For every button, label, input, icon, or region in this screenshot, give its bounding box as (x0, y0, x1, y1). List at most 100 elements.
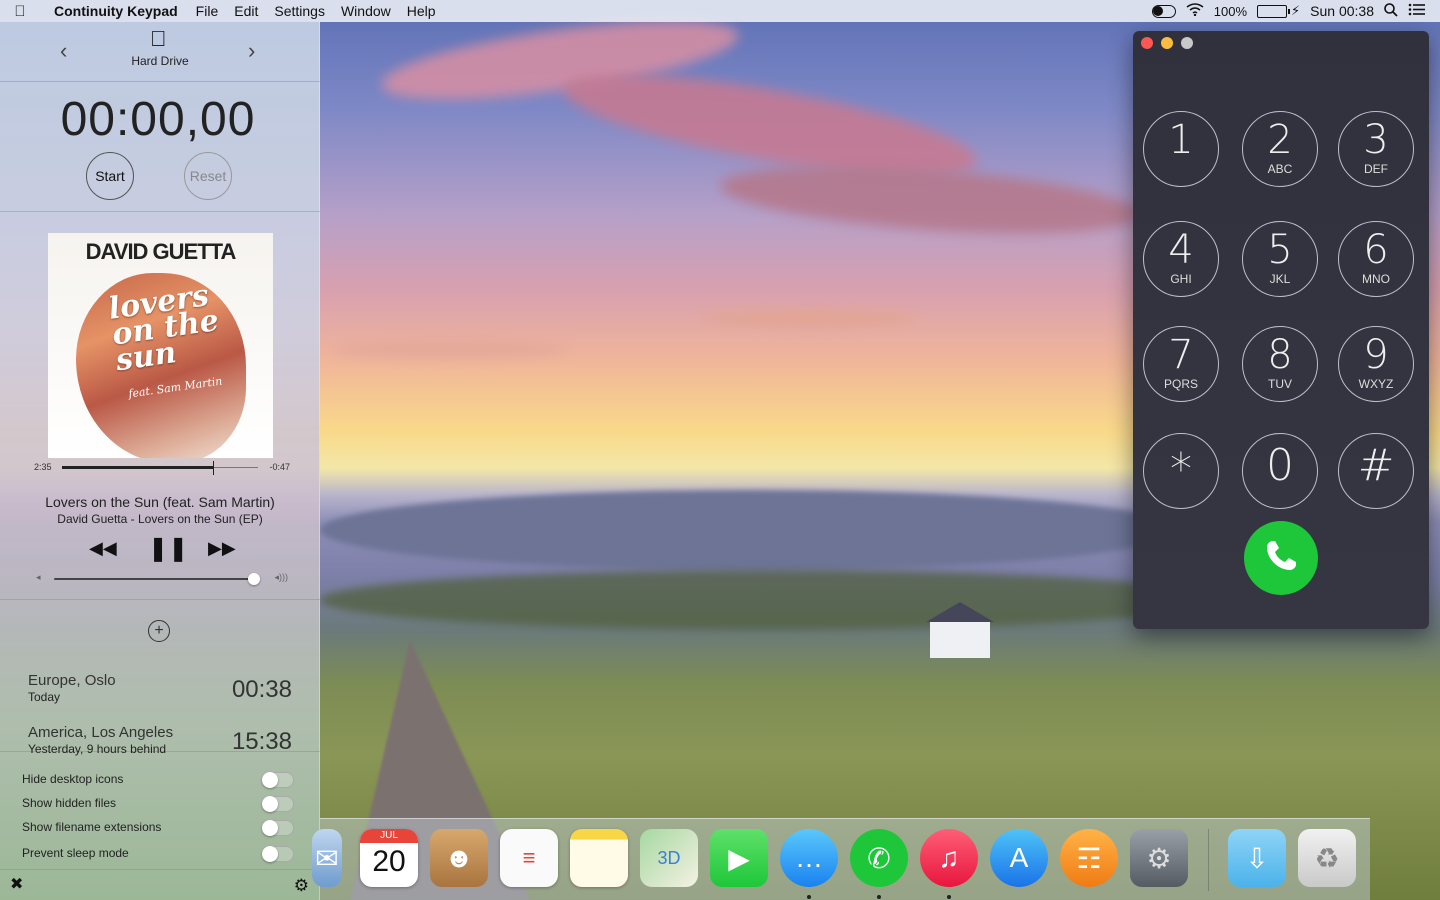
menu-settings[interactable]: Settings (266, 3, 333, 19)
list-icon[interactable] (1408, 3, 1426, 19)
calendar-month: JUL (380, 830, 398, 841)
show-hidden-files-toggle[interactable] (262, 796, 294, 812)
album-art: DAVID GUETTA lovers on the sun feat. Sam… (48, 233, 273, 458)
album-artist-logo: DAVID GUETTA (85, 239, 237, 264)
rewind-icon[interactable]: ◀◀ (89, 538, 117, 559)
menu-window[interactable]: Window (333, 3, 399, 19)
key-letters: WXYZ (1358, 377, 1394, 391)
key-digit: 9 (1363, 332, 1389, 378)
charging-bolt-icon: ⚡ (1291, 3, 1301, 18)
key-3[interactable]: 3 DEF (1338, 111, 1414, 187)
device-name: Hard Drive (131, 54, 189, 68)
reset-button[interactable]: Reset (184, 152, 232, 200)
add-clock-button[interactable]: + (148, 620, 170, 642)
key-4[interactable]: 4 GHI (1143, 221, 1219, 297)
key-digit: 3 (1363, 117, 1389, 163)
progress-track[interactable] (62, 461, 258, 475)
dock: ✉ JUL 20 ☻ ≡ 3D ▶ … ✆ ♫ A ☶ ⚙ ⇩ ♻ (312, 818, 1370, 900)
setting-show-hidden-files: Show hidden files (22, 796, 294, 814)
phone-icon[interactable]: ✆ (850, 829, 908, 887)
key-5[interactable]: 5 JKL (1242, 221, 1318, 297)
menu-app-name[interactable]: Continuity Keypad (40, 3, 188, 19)
gear-icon[interactable]: ⚙ (294, 876, 309, 896)
calendar-icon[interactable]: JUL 20 (360, 829, 418, 887)
song-title: Lovers on the Sun (feat. Sam Martin) (45, 494, 275, 510)
status-area: 100% ⚡ Sun 00:38 (1151, 2, 1440, 20)
key-0[interactable]: 0 (1242, 433, 1318, 509)
dock-separator (1208, 829, 1209, 891)
system-preferences-icon[interactable]: ⚙ (1130, 829, 1188, 887)
setting-show-filename-extensions: Show filename extensions (22, 820, 294, 838)
window-zoom-button[interactable] (1181, 37, 1193, 49)
key-digit: 2 (1267, 117, 1293, 163)
menu-clock[interactable]: Sun 00:38 (1310, 3, 1374, 19)
key-1[interactable]: 1 (1143, 111, 1219, 187)
apple-icon[interactable]:  (0, 3, 40, 20)
setting-label: Show hidden files (22, 796, 117, 810)
key-8[interactable]: 8 TUV (1242, 326, 1318, 402)
wifi-icon[interactable] (1186, 3, 1204, 19)
search-icon[interactable] (1384, 2, 1398, 20)
menu-edit[interactable]: Edit (226, 3, 266, 19)
remaining-time: -0:47 (269, 462, 290, 472)
menu-help[interactable]: Help (399, 3, 444, 19)
running-indicator (877, 895, 881, 899)
toggle-icon[interactable] (1151, 4, 1176, 18)
mail-icon[interactable]: ✉ (312, 829, 342, 887)
hide-desktop-icons-toggle[interactable] (262, 772, 294, 788)
setting-label: Hide desktop icons (22, 772, 124, 786)
clock-time: 00:38 (231, 676, 292, 703)
close-icon[interactable]: ✖ (10, 874, 23, 894)
key-digit: 0 (1266, 440, 1294, 491)
world-clock: + Europe, Oslo Today 00:38 America, Los … (0, 600, 320, 756)
key-star[interactable]: * (1143, 433, 1219, 509)
reminders-icon[interactable]: ≡ (500, 829, 558, 887)
contacts-icon[interactable]: ☻ (430, 829, 488, 887)
pause-icon[interactable]: ❚❚ (148, 534, 188, 563)
clock-city: Europe, Oslo (28, 672, 116, 689)
menu-file[interactable]: File (188, 3, 227, 19)
app-store-icon[interactable]: A (990, 829, 1048, 887)
ibooks-icon[interactable]: ☶ (1060, 829, 1118, 887)
key-6[interactable]: 6 MNO (1338, 221, 1414, 297)
battery-icon[interactable] (1257, 4, 1291, 18)
fast-forward-icon[interactable]: ▶▶ (208, 538, 236, 559)
window-minimize-button[interactable] (1161, 37, 1173, 49)
show-filename-extensions-toggle[interactable] (262, 820, 294, 836)
key-digit: 1 (1168, 117, 1194, 163)
key-letters: MNO (1362, 272, 1390, 286)
key-7[interactable]: 7 PQRS (1143, 326, 1219, 402)
clock-row: Europe, Oslo Today 00:38 (28, 672, 292, 712)
key-2[interactable]: 2 ABC (1242, 111, 1318, 187)
running-indicator (807, 895, 811, 899)
volume-high-icon: ◂))) (274, 572, 288, 582)
volume-slider[interactable] (54, 573, 260, 585)
downloads-folder-icon[interactable]: ⇩ (1228, 829, 1286, 887)
setting-label: Prevent sleep mode (22, 846, 129, 860)
facetime-icon[interactable]: ▶ (710, 829, 768, 887)
window-close-button[interactable] (1141, 37, 1153, 49)
key-letters: ABC (1267, 162, 1293, 176)
farmhouse (926, 602, 994, 658)
key-9[interactable]: 9 WXYZ (1338, 326, 1414, 402)
start-button[interactable]: Start (86, 152, 134, 200)
album-title-art: lovers on the sun (106, 278, 221, 379)
itunes-icon[interactable]: ♫ (920, 829, 978, 887)
distant-hills (320, 490, 1180, 570)
messages-icon[interactable]: … (780, 829, 838, 887)
keypad-window: 1 2 ABC 3 DEF 4 GHI 5 JKL 6 MNO 7 PQRS 8 TUV 9W… (1133, 31, 1429, 629)
prevent-sleep-mode-toggle[interactable] (262, 846, 294, 862)
running-indicator (947, 895, 951, 899)
call-button[interactable] (1244, 521, 1318, 595)
volume-knob[interactable] (248, 573, 260, 585)
key-letters: JKL (1269, 272, 1291, 286)
key-digit: * (1170, 444, 1192, 495)
progress-knob[interactable] (212, 461, 214, 475)
notes-icon[interactable] (570, 829, 628, 887)
widget-panel: ‹  › Hard Drive 00:00,00 Start Reset DA… (0, 22, 320, 900)
key-hash[interactable]: # (1338, 433, 1414, 509)
maps-icon[interactable]: 3D (640, 829, 698, 887)
key-digit: # (1357, 440, 1395, 491)
trash-icon[interactable]: ♻ (1298, 829, 1356, 887)
key-digit: 6 (1363, 227, 1389, 273)
